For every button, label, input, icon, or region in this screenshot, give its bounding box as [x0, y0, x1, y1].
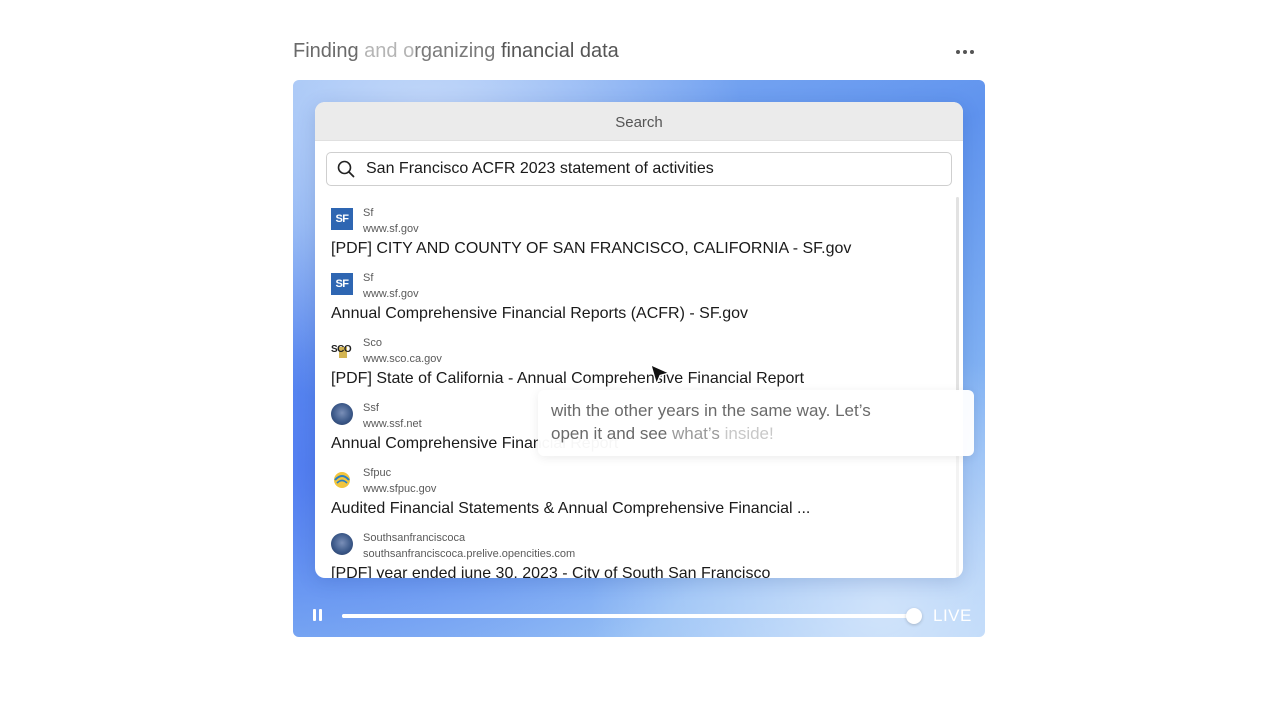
title-part: rganizing: [414, 40, 501, 62]
result-url: www.sfpuc.gov: [363, 483, 437, 495]
city-seal-favicon-icon: [331, 533, 353, 555]
title-part: and o: [364, 40, 415, 62]
title-part: Finding: [293, 40, 365, 62]
city-seal-favicon-icon: [331, 403, 353, 425]
search-result[interactable]: SF Sf www.sf.gov Annual Comprehensive Fi…: [331, 267, 951, 332]
live-label[interactable]: LIVE: [933, 606, 972, 626]
scrollbar-thumb[interactable]: [956, 197, 959, 392]
pause-icon: [313, 609, 316, 621]
search-window: Search SF Sf www.sf.gov [PDF] CITY AND C…: [315, 102, 963, 578]
more-options-button[interactable]: [950, 40, 980, 64]
search-result[interactable]: SF Sf www.sf.gov [PDF] CITY AND COUNTY O…: [331, 202, 951, 267]
search-input[interactable]: [366, 160, 926, 178]
sfpuc-favicon-icon: [331, 468, 353, 490]
search-result[interactable]: Southsanfranciscoca southsanfranciscoca.…: [331, 527, 951, 578]
sco-favicon-icon: SCO: [331, 338, 353, 360]
result-site-name: Sfpuc: [363, 467, 392, 479]
search-box[interactable]: [326, 152, 952, 186]
progress-fill: [342, 614, 915, 618]
result-title[interactable]: [PDF] year ended june 30, 2023 - City of…: [331, 565, 770, 578]
more-horizontal-icon: [956, 50, 960, 54]
search-icon: [337, 159, 357, 179]
result-site-name: Sco: [363, 337, 382, 349]
mouse-cursor-icon: [648, 363, 672, 387]
sf-gov-favicon-icon: SF: [331, 273, 353, 295]
search-result[interactable]: SCO Sco www.sco.ca.gov [PDF] State of Ca…: [331, 332, 951, 397]
caption-line: open it and see what’s inside!: [551, 424, 774, 443]
result-url: www.ssf.net: [363, 418, 422, 430]
result-url: www.sco.ca.gov: [363, 353, 442, 365]
result-title[interactable]: [PDF] State of California - Annual Compr…: [331, 370, 804, 388]
player-controls: LIVE: [293, 600, 985, 632]
progress-bar[interactable]: [342, 608, 923, 624]
result-url: www.sf.gov: [363, 288, 419, 300]
sf-gov-favicon-icon: SF: [331, 208, 353, 230]
caption-line: with the other years in the same way. Le…: [551, 401, 871, 420]
result-site-name: Sf: [363, 272, 374, 284]
page-title: Finding and organizing financial data: [293, 40, 619, 63]
progress-knob[interactable]: [906, 608, 923, 624]
search-result[interactable]: Sfpuc www.sfpuc.gov Audited Financial St…: [331, 462, 951, 527]
svg-text:SCO: SCO: [331, 344, 352, 355]
narration-caption: with the other years in the same way. Le…: [538, 390, 974, 456]
video-stage: Search SF Sf www.sf.gov [PDF] CITY AND C…: [293, 80, 985, 637]
result-title[interactable]: [PDF] CITY AND COUNTY OF SAN FRANCISCO, …: [331, 240, 851, 258]
title-part: financial data: [500, 40, 619, 62]
result-url: www.sf.gov: [363, 223, 419, 235]
result-site-name: Southsanfranciscoca: [363, 532, 466, 544]
result-site-name: Ssf: [363, 402, 379, 414]
window-title: Search: [315, 102, 963, 141]
pause-button[interactable]: [313, 609, 327, 623]
result-url: southsanfranciscoca.prelive.opencities.c…: [363, 548, 576, 560]
result-site-name: Sf: [363, 207, 374, 219]
result-title[interactable]: Audited Financial Statements & Annual Co…: [331, 500, 810, 518]
result-title[interactable]: Annual Comprehensive Financial Reports (…: [331, 305, 748, 323]
